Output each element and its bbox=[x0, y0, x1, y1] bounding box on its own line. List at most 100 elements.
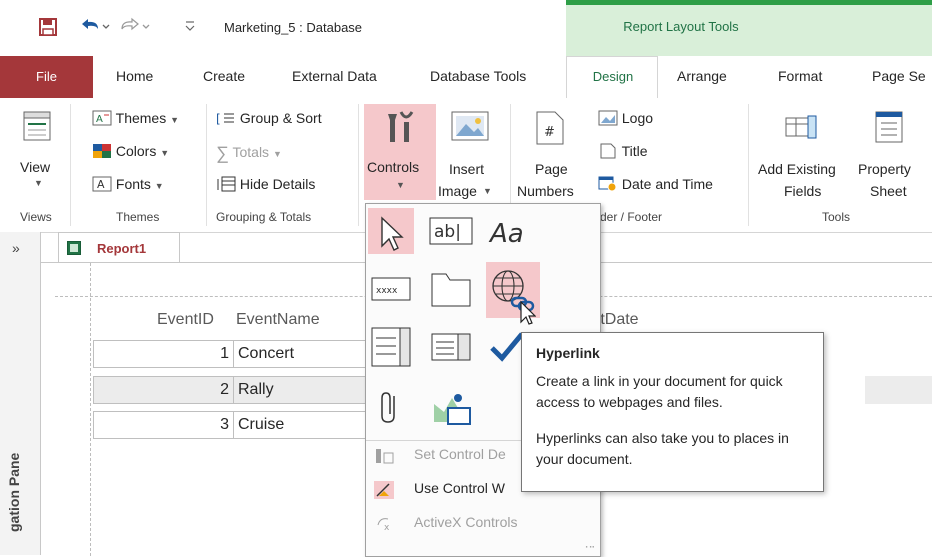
cell-eventid[interactable]: 1 bbox=[93, 340, 234, 368]
separator bbox=[206, 104, 207, 226]
column-header-startdate[interactable]: rtDate bbox=[595, 311, 639, 329]
image-label[interactable]: Image bbox=[438, 183, 477, 199]
hide-details-icon bbox=[216, 176, 236, 192]
cell-eventname[interactable]: Cruise bbox=[233, 411, 366, 439]
customize-qat-icon[interactable] bbox=[184, 18, 196, 39]
tooltip-description: Create a link in your document for quick… bbox=[536, 373, 783, 410]
date-time-button[interactable]: Date and Time bbox=[598, 176, 713, 192]
tab-external-data[interactable]: External Data bbox=[292, 68, 377, 84]
tooltip-title: Hyperlink bbox=[536, 345, 600, 361]
save-icon[interactable] bbox=[38, 17, 58, 42]
hide-details-button[interactable]: Hide Details bbox=[216, 176, 315, 192]
separator bbox=[70, 104, 71, 226]
tab-create[interactable]: Create bbox=[203, 68, 245, 84]
themes-label: Themes bbox=[115, 110, 167, 126]
cell-eventid[interactable]: 2 bbox=[93, 376, 234, 404]
insert-image-icon[interactable] bbox=[450, 110, 490, 145]
separator bbox=[358, 104, 359, 226]
controls-button[interactable]: Controls ▼ bbox=[364, 104, 436, 200]
document-tab[interactable]: Report1 bbox=[58, 232, 180, 263]
colors-icon bbox=[92, 143, 112, 159]
chevron-down-icon: ▼ bbox=[160, 148, 170, 158]
label-glyph: Aa bbox=[488, 219, 524, 249]
image-control[interactable] bbox=[428, 384, 474, 430]
insert-label[interactable]: Insert bbox=[449, 161, 484, 177]
document-tab-label: Report1 bbox=[97, 241, 147, 256]
tab-database-tools[interactable]: Database Tools bbox=[430, 68, 526, 84]
themes-button[interactable]: A Themes ▼ bbox=[92, 110, 179, 126]
tab-format[interactable]: Format bbox=[778, 68, 822, 84]
tab-arrange[interactable]: Arrange bbox=[677, 68, 727, 84]
tab-design-container[interactable]: Design bbox=[566, 56, 658, 99]
select-pointer-control[interactable] bbox=[368, 208, 414, 254]
totals-label: Totals bbox=[232, 144, 270, 160]
group-sort-label: Group & Sort bbox=[239, 110, 322, 126]
cell-eventname[interactable]: Concert bbox=[233, 340, 366, 368]
contextual-tab-group: Report Layout Tools bbox=[566, 0, 932, 56]
svg-text:x: x bbox=[384, 523, 390, 533]
navigation-pane-label: gation Pane bbox=[6, 452, 22, 532]
property-sheet-icon[interactable] bbox=[874, 110, 904, 147]
title-bar: Marketing_5 : Database Report Layout Too… bbox=[0, 0, 932, 56]
resize-grip-icon[interactable]: ⠠⠤ bbox=[582, 540, 595, 551]
document-title: Marketing_5 : Database bbox=[224, 20, 363, 35]
set-control-defaults-label: Set Control De bbox=[414, 446, 506, 462]
numbers-label[interactable]: Numbers bbox=[517, 183, 574, 199]
tab-page-setup[interactable]: Page Se bbox=[872, 68, 926, 84]
column-header-eventname[interactable]: EventName bbox=[236, 311, 320, 329]
cell-eventid[interactable]: 3 bbox=[93, 411, 234, 439]
fonts-button[interactable]: A Fonts ▼ bbox=[92, 176, 164, 192]
combo-box-control[interactable] bbox=[428, 324, 474, 370]
controls-icon bbox=[386, 110, 416, 149]
text-box-glyph: ab| bbox=[434, 222, 461, 242]
totals-button[interactable]: ∑ Totals ▼ bbox=[216, 143, 282, 164]
wizard-icon bbox=[374, 480, 394, 499]
tab-home[interactable]: Home bbox=[116, 68, 153, 84]
group-sort-button[interactable]: [ Group & Sort bbox=[216, 110, 322, 126]
view-dropdown-icon[interactable]: ▼ bbox=[34, 178, 43, 188]
property-label[interactable]: Property bbox=[858, 161, 911, 177]
column-header-eventid[interactable]: EventID bbox=[157, 311, 214, 329]
button-control[interactable]: xxxx bbox=[368, 266, 414, 312]
tab-design[interactable]: Design bbox=[567, 69, 659, 84]
tab-control[interactable] bbox=[428, 266, 474, 312]
page-label[interactable]: Page bbox=[535, 161, 568, 177]
calendar-clock-icon bbox=[598, 176, 618, 192]
group-label-header-footer: der / Footer bbox=[600, 210, 663, 224]
undo-icon[interactable] bbox=[78, 16, 112, 41]
group-label-themes: Themes bbox=[116, 210, 160, 224]
expand-nav-icon[interactable]: » bbox=[12, 240, 20, 256]
sheet-label[interactable]: Sheet bbox=[870, 183, 907, 199]
view-button[interactable]: View bbox=[20, 159, 50, 175]
logo-button[interactable]: Logo bbox=[598, 110, 653, 126]
add-existing-label[interactable]: Add Existing bbox=[758, 161, 836, 177]
title-icon bbox=[598, 143, 618, 159]
list-box-control[interactable] bbox=[368, 324, 414, 370]
colors-button[interactable]: Colors ▼ bbox=[92, 143, 169, 159]
themes-icon: A bbox=[92, 110, 112, 126]
tab-file[interactable]: File bbox=[0, 56, 93, 98]
fonts-label: Fonts bbox=[115, 176, 151, 192]
attachment-control[interactable] bbox=[368, 384, 414, 430]
group-sort-icon: [ bbox=[216, 110, 236, 126]
group-label-grouping: Grouping & Totals bbox=[216, 210, 312, 224]
redo-icon[interactable] bbox=[118, 16, 152, 41]
tooltip-extra: Hyperlinks can also take you to places i… bbox=[536, 430, 789, 467]
chevron-down-icon: ▼ bbox=[170, 115, 180, 125]
cell-eventname[interactable]: Rally bbox=[233, 376, 366, 404]
chevron-down-icon: ▼ bbox=[396, 180, 405, 190]
label-control[interactable]: Aa bbox=[486, 208, 532, 254]
fields-label[interactable]: Fields bbox=[784, 183, 821, 199]
separator bbox=[748, 104, 749, 226]
page-numbers-icon[interactable]: # bbox=[535, 110, 565, 149]
title-label: Title bbox=[621, 143, 648, 159]
activex-icon: x bbox=[374, 514, 394, 533]
text-box-control[interactable]: ab| bbox=[428, 208, 474, 254]
title-button[interactable]: Title bbox=[598, 143, 648, 159]
view-icon[interactable] bbox=[22, 110, 52, 145]
row-highlight bbox=[865, 376, 932, 404]
activex-controls-item[interactable]: x ActiveX Controls bbox=[374, 508, 594, 536]
svg-text:#: # bbox=[544, 125, 555, 140]
add-existing-fields-icon[interactable] bbox=[784, 112, 820, 145]
navigation-pane[interactable]: » gation Pane bbox=[0, 232, 41, 555]
